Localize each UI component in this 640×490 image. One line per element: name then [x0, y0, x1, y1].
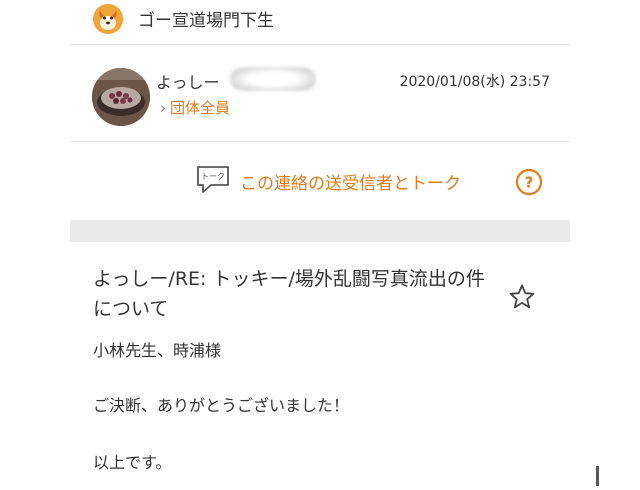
sender-row: よっしー › 団体全員 2020/01/08(水) 23:57 — [70, 45, 570, 142]
sender-avatar[interactable] — [92, 68, 150, 126]
scrollbar[interactable] — [596, 466, 599, 486]
dog-face-icon — [93, 4, 123, 34]
chevron-right-icon: › — [160, 99, 166, 117]
question-circle-icon[interactable]: ? — [515, 168, 543, 196]
talk-icon-text: トーク — [201, 172, 225, 181]
message-date: 2020/01/08(水) 23:57 — [399, 74, 550, 90]
message-detail-page: ゴー宣道場門下生 よっしー ›団体全員 2020/01/08(水) 23:57 — [0, 0, 640, 490]
message-greeting: 小林先生、時浦様 — [93, 341, 222, 360]
redacted-name-blur — [230, 67, 316, 91]
message-closing: 以上です。 — [93, 453, 172, 472]
star-icon[interactable] — [508, 283, 536, 311]
svg-text:?: ? — [525, 174, 534, 192]
group-name: ゴー宣道場門下生 — [138, 11, 274, 31]
recipient-group-label: 団体全員 — [170, 99, 231, 117]
group-header[interactable]: ゴー宣道場門下生 — [70, 0, 570, 45]
talk-bubble-icon[interactable]: トーク — [195, 164, 231, 196]
recipient-group-link[interactable]: › 団体全員 — [160, 97, 230, 118]
message-title: よっしー/RE: トッキー/場外乱闘写真流出の件について — [93, 268, 485, 320]
talk-row: トーク この連絡の送受信者とトーク ? — [70, 142, 570, 220]
message-body-line: ご決断、ありがとうございました！ — [93, 396, 350, 415]
section-divider — [70, 220, 570, 242]
talk-link[interactable]: この連絡の送受信者とトーク — [240, 169, 461, 194]
sender-name: よっしー — [156, 73, 220, 92]
